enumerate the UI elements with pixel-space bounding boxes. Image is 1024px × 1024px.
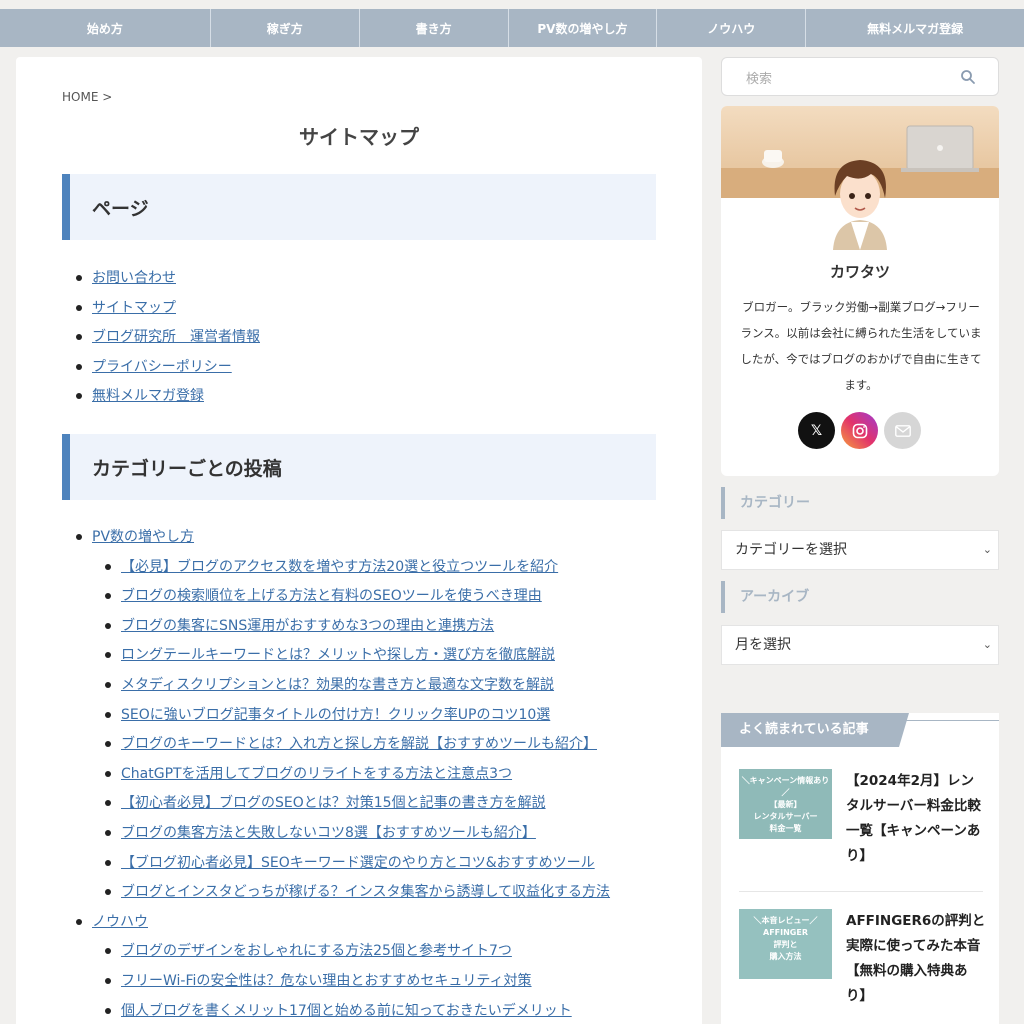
post-link[interactable]: ブログのデザインをおしゃれにする方法25個と参考サイト7つ: [121, 943, 512, 959]
section-heading-pages: ページ: [62, 174, 656, 240]
nav-item-start[interactable]: 始め方: [0, 9, 210, 47]
category-list-item: ノウハウ: [62, 912, 610, 942]
category-post-list: PV数の増やし方【必見】ブログのアクセス数を増やす方法20選と役立つツールを紹介…: [62, 527, 610, 1024]
nav-item-write[interactable]: 書き方: [358, 9, 508, 47]
divider: [739, 891, 983, 892]
category-widget-title: カテゴリー: [721, 487, 999, 519]
profile-bio: ブロガー。ブラック労働→副業ブログ→フリーランス。以前は会社に縛られた生活をして…: [740, 300, 982, 392]
archive-widget-title: アーカイブ: [721, 581, 999, 613]
chevron-down-icon: ⌄: [982, 638, 992, 651]
breadcrumb[interactable]: HOME >: [62, 90, 112, 104]
profile-name: カワタツ: [829, 263, 890, 281]
page-link-about[interactable]: ブログ研究所 運営者情報: [92, 329, 260, 345]
category-list-item: PV数の増やし方: [62, 527, 610, 557]
popular-posts-title: よく読まれている記事: [721, 713, 909, 747]
page-link-contact[interactable]: お問い合わせ: [92, 270, 176, 286]
global-nav: 始め方 稼ぎ方 書き方 PV数の増やし方 ノウハウ 無料メルマガ登録: [0, 9, 1024, 47]
sub-list-item: 個人ブログを書くメリット17個と始める前に知っておきたいデメリット: [62, 1001, 610, 1024]
post-link[interactable]: ChatGPTを活用してブログのリライトをする方法と注意点3つ: [121, 766, 512, 782]
sub-list-item: ロングテールキーワードとは？メリットや探し方・選び方を徹底解説: [62, 645, 610, 675]
post-title[interactable]: AFFINGER6の評判と実際に使ってみた本音【無料の購入特典あり】: [846, 909, 986, 1009]
section-heading-categories: カテゴリーごとの投稿: [62, 434, 656, 500]
popular-post-item[interactable]: ＼本音レビュー／ AFFINGER 評判と 購入方法 AFFINGER6の評判と…: [739, 909, 985, 1019]
post-link[interactable]: ブログとインスタどっちが稼げる？インスタ集客から誘導して収益化する方法: [121, 884, 610, 900]
sub-list-item: ブログのデザインをおしゃれにする方法25個と参考サイト7つ: [62, 941, 610, 971]
sub-list-item: ChatGPTを活用してブログのリライトをする方法と注意点3つ: [62, 764, 610, 794]
post-link[interactable]: ブログの集客方法と失敗しないコツ8選【おすすめツールも紹介】: [121, 825, 536, 841]
post-thumbnail: ＼本音レビュー／ AFFINGER 評判と 購入方法: [739, 909, 832, 979]
sub-list-item: ブログの集客方法と失敗しないコツ8選【おすすめツールも紹介】: [62, 823, 610, 853]
category-link[interactable]: ノウハウ: [92, 914, 148, 930]
sub-list-item: ブログのキーワードとは？入れ方と探し方を解説【おすすめツールも紹介】: [62, 734, 610, 764]
divider: [899, 720, 999, 721]
popular-posts-widget: よく読まれている記事 ＼キャンペーン情報あり／ 【最新】 レンタルサーバー 料金…: [721, 713, 999, 1024]
page-link-sitemap[interactable]: サイトマップ: [92, 300, 176, 316]
post-link[interactable]: フリーWi-Fiの安全性は？危ない理由とおすすめセキュリティ対策: [121, 973, 532, 989]
category-link[interactable]: PV数の増やし方: [92, 529, 194, 545]
sub-list-item: 【ブログ初心者必見】SEOキーワード選定のやり方とコツ&おすすめツール: [62, 853, 610, 883]
sub-list-item: メタディスクリプションとは？効果的な書き方と最適な文字数を解説: [62, 675, 610, 705]
post-thumbnail: ＼キャンペーン情報あり／ 【最新】 レンタルサーバー 料金一覧: [739, 769, 832, 839]
page-link-privacy[interactable]: プライバシーポリシー: [92, 359, 232, 375]
archive-select[interactable]: 月を選択 ⌄: [721, 625, 999, 665]
pages-list: お問い合わせ サイトマップ ブログ研究所 運営者情報 プライバシーポリシー 無料…: [62, 268, 260, 416]
sub-list-item: 【初心者必見】ブログのSEOとは？対策15個と記事の書き方を解説: [62, 793, 610, 823]
main-content: HOME > サイトマップ ページ お問い合わせ サイトマップ ブログ研究所 運…: [16, 57, 702, 1024]
sub-list-item: SEOに強いブログ記事タイトルの付け方！クリック率UPのコツ10選: [62, 705, 610, 735]
list-item: サイトマップ: [62, 298, 260, 328]
profile-card: カワタツ ブロガー。ブラック労働→副業ブログ→フリーランス。以前は会社に縛られた…: [721, 106, 999, 476]
popular-post-item[interactable]: ＼キャンペーン情報あり／ 【最新】 レンタルサーバー 料金一覧 【2024年2月…: [739, 769, 985, 879]
list-item: お問い合わせ: [62, 268, 260, 298]
nav-item-earn[interactable]: 稼ぎ方: [209, 9, 359, 47]
post-link[interactable]: 【必見】ブログのアクセス数を増やす方法20選と役立つツールを紹介: [121, 559, 558, 575]
instagram-icon[interactable]: [841, 412, 878, 449]
list-item: プライバシーポリシー: [62, 357, 260, 387]
avatar: [833, 160, 887, 250]
post-link[interactable]: ブログのキーワードとは？入れ方と探し方を解説【おすすめツールも紹介】: [121, 736, 597, 752]
search-icon[interactable]: [960, 69, 976, 85]
nav-item-knowhow[interactable]: ノウハウ: [656, 9, 805, 47]
post-link[interactable]: 個人ブログを書くメリット17個と始める前に知っておきたいデメリット: [121, 1003, 572, 1019]
x-icon[interactable]: 𝕏: [798, 412, 835, 449]
post-link[interactable]: 【ブログ初心者必見】SEOキーワード選定のやり方とコツ&おすすめツール: [121, 855, 595, 871]
post-link[interactable]: ブログの集客にSNS運用がおすすめな3つの理由と連携方法: [121, 618, 494, 634]
page-link-newsletter[interactable]: 無料メルマガ登録: [92, 388, 204, 404]
category-select[interactable]: カテゴリーを選択 ⌄: [721, 530, 999, 570]
sub-list-item: ブログとインスタどっちが稼げる？インスタ集客から誘導して収益化する方法: [62, 882, 610, 912]
post-link[interactable]: メタディスクリプションとは？効果的な書き方と最適な文字数を解説: [121, 677, 554, 693]
search-box[interactable]: 検索: [721, 57, 999, 96]
sub-list-item: ブログの検索順位を上げる方法と有料のSEOツールを使うべき理由: [62, 586, 610, 616]
list-item: 無料メルマガ登録: [62, 386, 260, 416]
post-link[interactable]: SEOに強いブログ記事タイトルの付け方！クリック率UPのコツ10選: [121, 707, 550, 723]
sub-list-item: フリーWi-Fiの安全性は？危ない理由とおすすめセキュリティ対策: [62, 971, 610, 1001]
post-link[interactable]: ロングテールキーワードとは？メリットや探し方・選び方を徹底解説: [121, 647, 555, 663]
post-link[interactable]: 【初心者必見】ブログのSEOとは？対策15個と記事の書き方を解説: [121, 795, 546, 811]
post-link[interactable]: ブログの検索順位を上げる方法と有料のSEOツールを使うべき理由: [121, 588, 542, 604]
category-select-value: カテゴリーを選択: [735, 542, 847, 558]
mail-icon[interactable]: [884, 412, 921, 449]
list-item: ブログ研究所 運営者情報: [62, 327, 260, 357]
sub-list-item: 【必見】ブログのアクセス数を増やす方法20選と役立つツールを紹介: [62, 557, 610, 587]
post-title[interactable]: 【2024年2月】レンタルサーバー料金比較一覧【キャンペーンあり】: [846, 769, 986, 869]
nav-item-newsletter[interactable]: 無料メルマガ登録: [805, 9, 1024, 47]
sub-list-item: ブログの集客にSNS運用がおすすめな3つの理由と連携方法: [62, 616, 610, 646]
archive-select-value: 月を選択: [735, 637, 791, 653]
search-input[interactable]: 検索: [746, 68, 772, 87]
page-title: サイトマップ: [299, 125, 419, 149]
nav-item-pv[interactable]: PV数の増やし方: [507, 9, 657, 47]
top-strip: [0, 0, 1024, 9]
chevron-down-icon: ⌄: [982, 543, 992, 556]
